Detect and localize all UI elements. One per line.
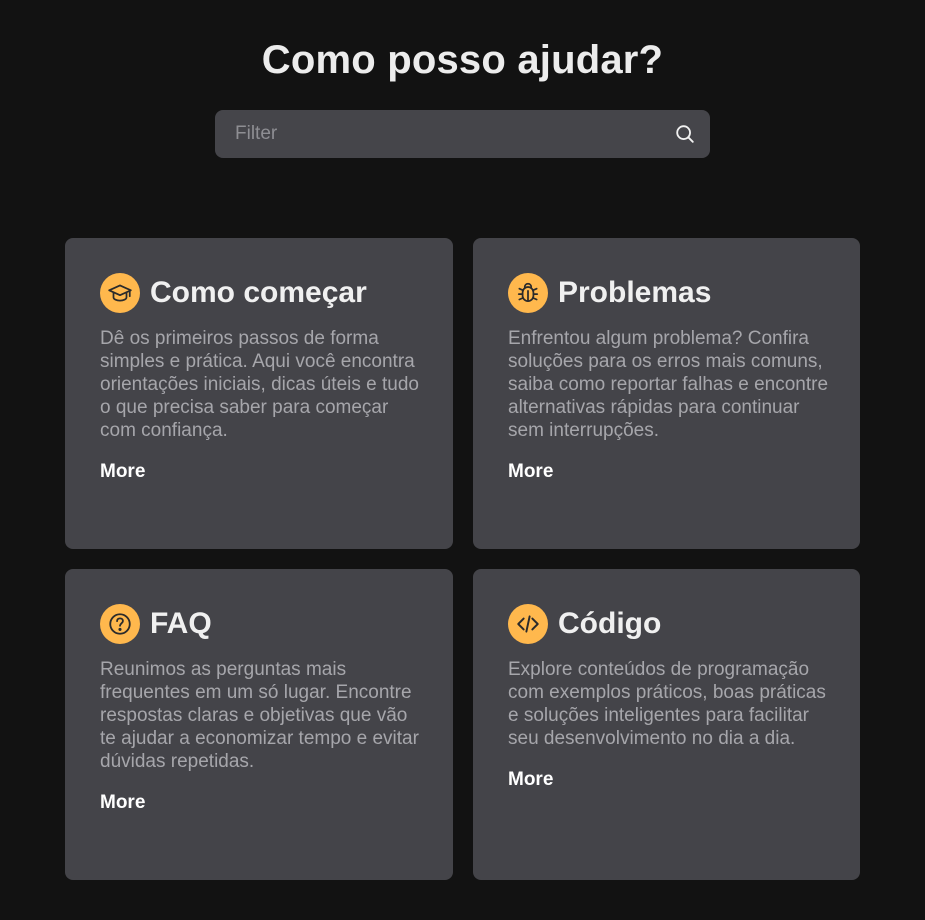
more-link[interactable]: More xyxy=(100,461,145,483)
graduation-cap-icon xyxy=(100,273,140,313)
card-header: FAQ xyxy=(100,604,418,644)
more-link[interactable]: More xyxy=(100,792,145,814)
card-faq: FAQ Reunimos as perguntas mais frequente… xyxy=(65,569,453,880)
card-title: Como começar xyxy=(150,276,367,309)
question-icon xyxy=(100,604,140,644)
code-icon xyxy=(508,604,548,644)
search-icon[interactable] xyxy=(674,123,696,145)
more-link[interactable]: More xyxy=(508,769,553,791)
card-header: Problemas xyxy=(508,273,825,313)
card-title: FAQ xyxy=(150,607,212,640)
card-description: Enfrentou algum problema? Confira soluçõ… xyxy=(508,328,829,441)
card-como-comecar: Como começar Dê os primeiros passos de f… xyxy=(65,238,453,549)
card-description: Reunimos as perguntas mais frequentes em… xyxy=(100,659,419,772)
card-description: Explore conteúdos de programação com exe… xyxy=(508,659,826,749)
card-codigo: Código Explore conteúdos de programação … xyxy=(473,569,860,880)
card-header: Código xyxy=(508,604,825,644)
card-title: Problemas xyxy=(558,276,712,309)
bug-icon xyxy=(508,273,548,313)
more-link[interactable]: More xyxy=(508,461,553,483)
page-title: Como posso ajudar? xyxy=(261,38,664,82)
card-description: Dê os primeiros passos de forma simples … xyxy=(100,328,419,441)
search-input[interactable] xyxy=(215,110,655,158)
search-bar xyxy=(215,110,710,158)
card-title: Código xyxy=(558,607,662,640)
card-header: Como começar xyxy=(100,273,418,313)
card-problemas: Problemas Enfrentou algum problema? Conf… xyxy=(473,238,860,549)
